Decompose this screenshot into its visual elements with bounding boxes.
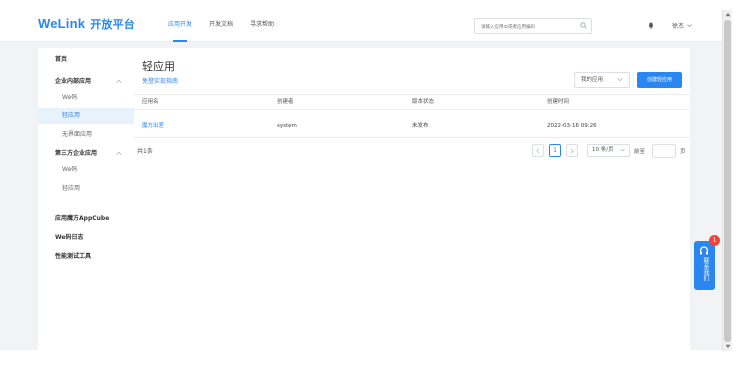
scrollbar[interactable] (722, 10, 732, 351)
created-time-cell: 2022-03-16 09:26 (547, 123, 597, 129)
main-nav: 应用开发 开发文档 寻求帮助 (168, 10, 291, 42)
page: WeLink 开放平台 应用开发 开发文档 寻求帮助 徐杰 首页 企业内部应用 W… (0, 0, 737, 365)
total-count: 共1条 (137, 148, 153, 155)
headset-icon (699, 246, 709, 255)
page-number-current[interactable]: 1 (549, 144, 561, 157)
page-title: 轻应用 (142, 60, 175, 73)
scroll-up-arrow-icon[interactable] (725, 12, 731, 17)
sidebar: 首页 企业内部应用 We码 轻应用 无界面应用 第三方企业应用 We码 轻应用 … (38, 48, 134, 350)
page-suffix: 页 (680, 149, 686, 155)
column-header-app-name: 应用名 (142, 99, 159, 105)
app-name-link[interactable]: 魔方出差 (142, 120, 164, 132)
logo-platform-name: 开放平台 (90, 19, 136, 31)
sidebar-group-label: 企业内部应用 (55, 78, 92, 85)
sidebar-item-third-party-we-code[interactable]: We码 (38, 162, 134, 178)
chevron-right-icon (570, 148, 574, 154)
sidebar-item-perf-test-tool[interactable]: 性能测试工具 (38, 249, 134, 265)
chevron-down-icon (620, 148, 625, 152)
next-page-button[interactable] (566, 144, 578, 157)
table-row: 魔方出差 system 未发布 2022-03-16 09:26 (134, 120, 690, 138)
chevron-down-icon (687, 24, 692, 27)
sidebar-group-internal-apps[interactable]: 企业内部应用 (38, 74, 134, 90)
sidebar-item-appcube[interactable]: 应用魔方AppCube (38, 211, 134, 227)
sidebar-group-third-party-apps[interactable]: 第三方企业应用 (38, 146, 134, 162)
bell-icon[interactable] (648, 22, 654, 29)
sidebar-item-we-code-log[interactable]: We码日志 (38, 230, 134, 246)
top-header: WeLink 开放平台 应用开发 开发文档 寻求帮助 徐杰 (0, 10, 722, 42)
welink-logo[interactable]: WeLink 开放平台 (38, 16, 135, 32)
user-menu[interactable]: 徐杰 (672, 21, 692, 30)
goto-label: 前至 (634, 149, 646, 155)
create-light-app-button[interactable]: 创建轻应用 (637, 72, 682, 88)
goto-page-input[interactable] (652, 144, 676, 158)
column-header-creator: 创建者 (277, 99, 294, 105)
prev-page-button[interactable] (532, 144, 544, 157)
sidebar-item-light-app[interactable]: 轻应用 (38, 108, 134, 124)
app-filter-value: 我的应用 (581, 77, 604, 83)
search-icon[interactable] (580, 22, 587, 29)
logo-brand: WeLink (38, 16, 86, 31)
chevron-up-icon (116, 79, 122, 83)
main-panel: 轻应用 免登实现指南 我的应用 创建轻应用 应用名 创建者 版本状态 创建时间 … (134, 48, 690, 350)
sidebar-item-third-party-light-app[interactable]: 轻应用 (38, 181, 134, 197)
sidebar-item-headless-app[interactable]: 无界面应用 (38, 127, 134, 143)
nav-help[interactable]: 寻求帮助 (250, 10, 274, 42)
nav-developer-docs[interactable]: 开发文档 (209, 10, 233, 42)
app-filter-select[interactable]: 我的应用 (574, 72, 630, 88)
notification-badge: 1 (709, 235, 720, 246)
scrollbar-thumb[interactable] (724, 20, 731, 342)
page-size-select[interactable]: 10 条/页 (587, 144, 630, 157)
nav-app-development[interactable]: 应用开发 (168, 10, 192, 42)
creator-cell: system (277, 123, 297, 129)
contact-us-label: 联系我们 (702, 257, 709, 281)
column-header-version-status: 版本状态 (412, 99, 435, 105)
user-name: 徐杰 (672, 23, 685, 30)
sso-guide-link[interactable]: 免登实现指南 (142, 76, 178, 85)
column-header-created-time: 创建时间 (547, 99, 570, 105)
chevron-down-icon (617, 78, 623, 82)
scroll-down-arrow-icon[interactable] (725, 344, 731, 349)
chevron-left-icon (536, 148, 540, 154)
page-size-value: 10 条/页 (592, 147, 614, 153)
version-status-cell: 未发布 (412, 123, 429, 129)
sidebar-group-label: 第三方企业应用 (55, 150, 98, 157)
chevron-up-icon (116, 151, 122, 155)
sidebar-item-home[interactable]: 首页 (38, 52, 134, 68)
search-input[interactable] (474, 18, 592, 34)
contact-us-button[interactable]: 联系我们 (694, 241, 715, 290)
table-header: 应用名 创建者 版本状态 创建时间 (134, 94, 690, 110)
sidebar-item-we-code[interactable]: We码 (38, 90, 134, 106)
